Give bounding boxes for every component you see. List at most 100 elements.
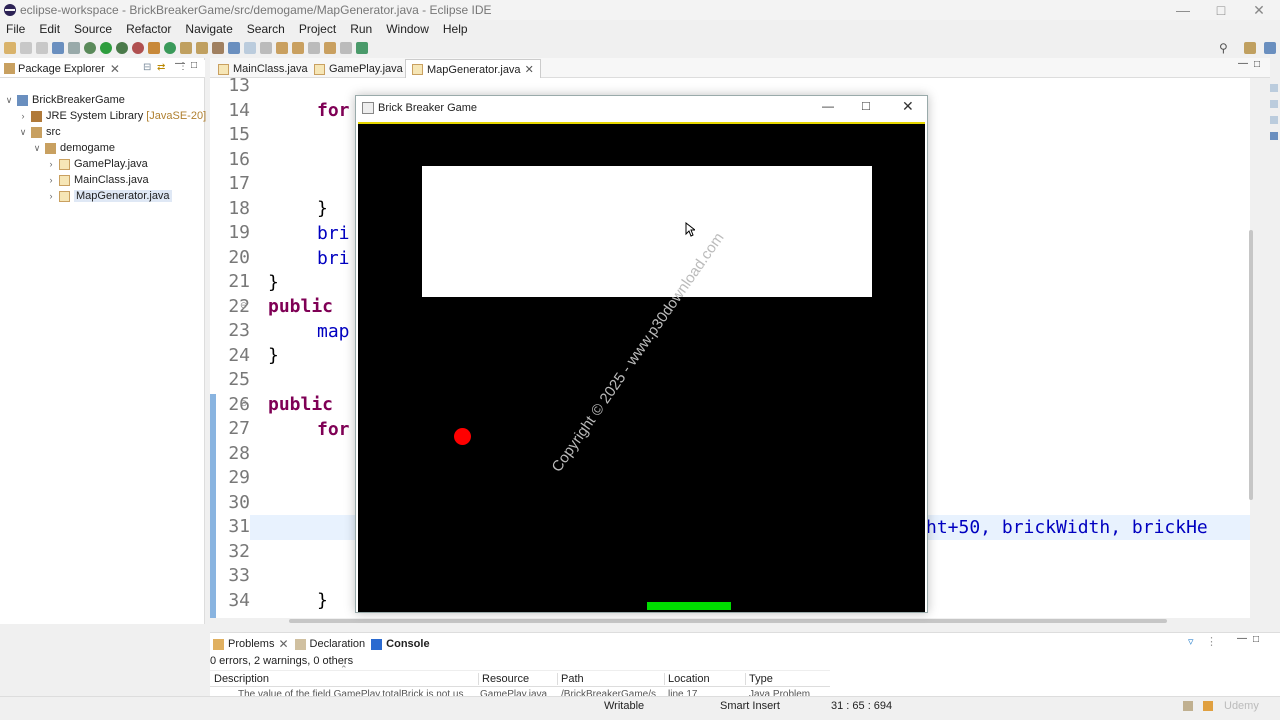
game-canvas[interactable]: Copyright © 2025 - www.p30download.com [358, 122, 925, 612]
progress-icon[interactable] [1183, 701, 1193, 711]
maximize-editor-icon[interactable]: □ [1254, 59, 1260, 70]
view-menu-icon[interactable]: ⋮ [1206, 635, 1217, 648]
column-location[interactable]: Location [664, 673, 710, 685]
column-type[interactable]: Type [745, 673, 773, 685]
code-token: for [317, 419, 350, 440]
collapse-all-icon[interactable]: ⊟ [143, 62, 151, 73]
code-token: } [268, 345, 279, 366]
maximize-view-icon[interactable]: □ [191, 60, 197, 71]
java-perspective-icon[interactable] [1264, 42, 1276, 54]
task-list-icon[interactable] [1270, 100, 1278, 108]
hierarchy-icon[interactable] [1270, 116, 1278, 124]
menu-refactor[interactable]: Refactor [126, 22, 171, 36]
fold-toggle-icon[interactable]: ⊖ [240, 398, 248, 409]
last-edit-icon[interactable] [308, 42, 320, 54]
tree-item[interactable]: › JRE System Library [JavaSE-20] [18, 108, 207, 124]
forward-icon[interactable] [340, 42, 352, 54]
tree-item[interactable]: › GamePlay.java [46, 156, 148, 172]
column-resource[interactable]: Resource [478, 673, 529, 685]
brick-breaker-window[interactable]: Brick Breaker Game — □ ✕ Copyright © 202… [355, 95, 928, 613]
previous-annotation-icon[interactable] [292, 42, 304, 54]
terminal-icon[interactable] [52, 42, 64, 54]
fold-toggle-icon[interactable]: ⊖ [240, 300, 248, 311]
new-icon[interactable] [4, 42, 16, 54]
save-all-icon[interactable] [36, 42, 48, 54]
close-tab-icon[interactable]: ✕ [525, 63, 534, 76]
search-tool-icon[interactable] [212, 42, 224, 54]
open-perspective-icon[interactable] [1244, 42, 1256, 54]
vertical-scrollbar[interactable] [1249, 230, 1253, 500]
chevron-right-icon[interactable]: › [46, 191, 56, 201]
coverage-icon[interactable] [116, 42, 128, 54]
new-class-icon[interactable] [164, 42, 176, 54]
new-java-project-icon[interactable] [148, 42, 160, 54]
menu-search[interactable]: Search [247, 22, 285, 36]
chevron-right-icon[interactable]: › [46, 175, 56, 185]
tree-item[interactable]: ∨ src [18, 124, 61, 140]
notification-icon[interactable] [1203, 701, 1213, 711]
tab-problems[interactable]: Problems [228, 638, 274, 650]
minimize-button[interactable]: — [1164, 0, 1202, 20]
open-type-icon[interactable] [180, 42, 192, 54]
tab-console[interactable]: Console [386, 638, 429, 650]
tab-mapgenerator[interactable]: MapGenerator.java ✕ [405, 59, 541, 79]
column-description[interactable]: Description [214, 673, 269, 685]
chevron-down-icon[interactable]: ∨ [32, 143, 42, 154]
save-icon[interactable] [20, 42, 32, 54]
next-annotation-icon[interactable] [276, 42, 288, 54]
package-explorer-tab[interactable]: Package Explorer ✕ ⊟ ⇄ ⋮ — □ [0, 58, 205, 78]
close-view-icon[interactable]: ✕ [110, 62, 120, 76]
game-title-bar[interactable]: Brick Breaker Game — □ ✕ [356, 96, 927, 120]
chevron-right-icon[interactable]: › [18, 111, 28, 121]
maximize-button[interactable]: □ [1202, 0, 1240, 20]
run-icon[interactable] [100, 42, 112, 54]
tab-gameplay[interactable]: GamePlay.java [308, 60, 409, 78]
search-icon[interactable]: ⚲ [1219, 41, 1228, 55]
minimize-editor-icon[interactable]: — [1238, 58, 1248, 69]
close-button[interactable]: ✕ [1240, 0, 1278, 20]
tree-item[interactable]: ∨ BrickBreakerGame [4, 92, 125, 108]
filter-icon[interactable]: ▿ [1188, 635, 1194, 648]
minimize-view-icon[interactable]: — [175, 58, 185, 69]
toggle-breadcrumb-icon[interactable] [244, 42, 256, 54]
debug-icon[interactable] [84, 42, 96, 54]
problems-summary: 0 errors, 2 warnings, 0 others [210, 655, 354, 667]
menu-window[interactable]: Window [386, 22, 429, 36]
pin-editor-icon[interactable] [356, 42, 368, 54]
tab-mainclass[interactable]: MainClass.java [212, 60, 314, 78]
line-number: 30 [228, 491, 250, 513]
menu-edit[interactable]: Edit [39, 22, 60, 36]
open-task-icon[interactable] [196, 42, 208, 54]
block-selection-icon[interactable] [260, 42, 272, 54]
minimize-panel-icon[interactable]: — [1237, 633, 1247, 644]
menu-navigate[interactable]: Navigate [185, 22, 232, 36]
menu-file[interactable]: File [6, 22, 25, 36]
skip-breakpoints-icon[interactable] [68, 42, 80, 54]
tree-item[interactable]: › MainClass.java [46, 172, 149, 188]
game-minimize-button[interactable]: — [822, 99, 834, 113]
menu-source[interactable]: Source [74, 22, 112, 36]
toggle-mark-occurrences-icon[interactable] [228, 42, 240, 54]
menu-run[interactable]: Run [350, 22, 372, 36]
tree-item[interactable]: › MapGenerator.java [46, 188, 172, 204]
chevron-down-icon[interactable]: ∨ [18, 127, 28, 138]
chevron-down-icon[interactable]: ∨ [4, 95, 14, 106]
back-icon[interactable] [324, 42, 336, 54]
members-icon[interactable] [1270, 132, 1278, 140]
game-maximize-button[interactable]: □ [862, 98, 870, 113]
console-icon [371, 638, 383, 650]
menu-help[interactable]: Help [443, 22, 468, 36]
outline-icon[interactable] [1270, 84, 1278, 92]
game-close-button[interactable]: ✕ [902, 98, 914, 115]
chevron-right-icon[interactable]: › [46, 159, 56, 169]
column-path[interactable]: Path [557, 673, 584, 685]
menu-project[interactable]: Project [299, 22, 336, 36]
maximize-panel-icon[interactable]: □ [1253, 634, 1259, 645]
tree-item[interactable]: ∨ demogame [32, 140, 115, 156]
insert-mode-status[interactable]: Smart Insert [720, 700, 780, 712]
external-tools-icon[interactable] [132, 42, 144, 54]
close-problems-icon[interactable]: ✕ [278, 637, 288, 651]
horizontal-scrollbar[interactable] [289, 619, 1167, 623]
tab-declaration[interactable]: Declaration [310, 638, 366, 650]
link-editor-icon[interactable]: ⇄ [157, 62, 165, 73]
